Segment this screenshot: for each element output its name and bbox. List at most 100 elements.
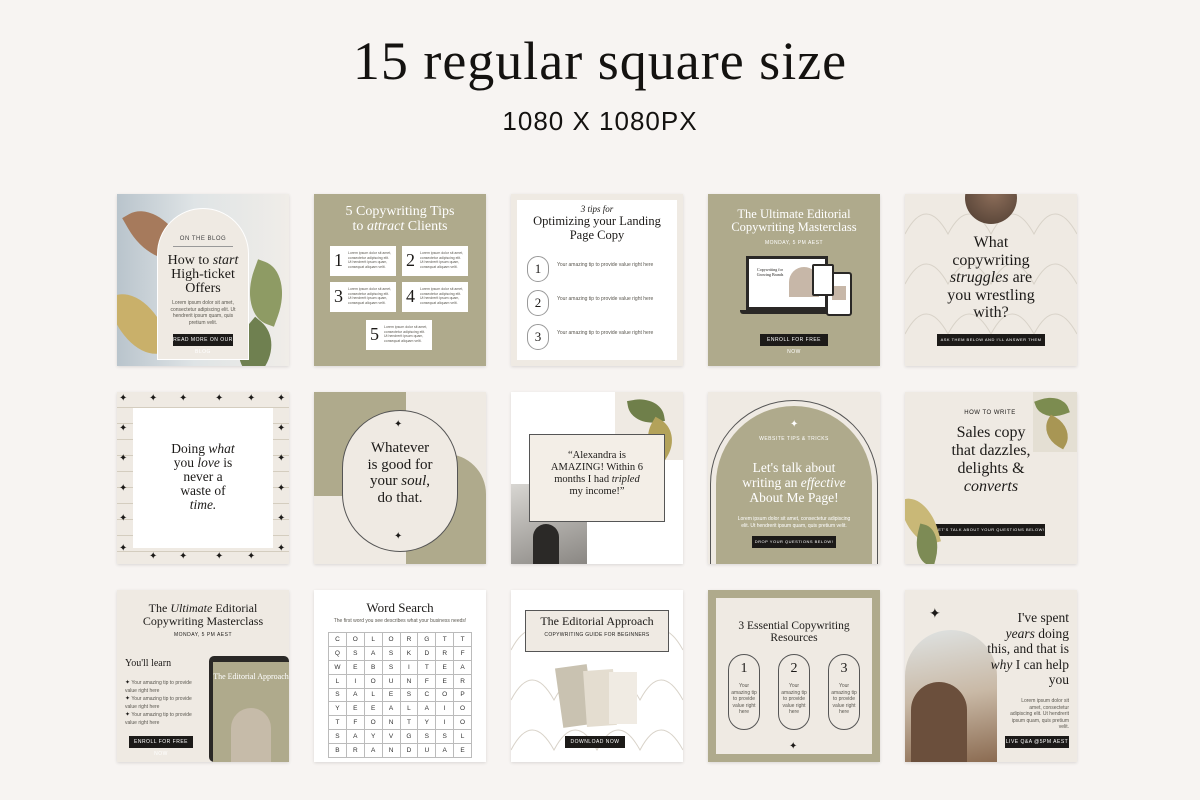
title-line: that dazzles, — [951, 442, 1031, 459]
word-grid-cell[interactable]: E — [346, 660, 365, 675]
template-card-struggles[interactable]: What copywriting struggles are you wrest… — [905, 194, 1077, 366]
word-grid-cell[interactable]: O — [364, 716, 383, 731]
template-card-landing-page-tips[interactable]: 3 tips for Optimizing your Landing Page … — [511, 194, 683, 366]
template-card-good-for-soul[interactable]: ✦ ✦ Whatever is good for your soul, do t… — [314, 392, 486, 564]
word-grid-cell[interactable]: O — [364, 674, 383, 689]
template-card-editorial-approach[interactable]: The Editorial Approach COPYWRITING GUIDE… — [511, 590, 683, 762]
word-grid-cell[interactable]: N — [382, 716, 401, 731]
word-grid-cell[interactable]: S — [329, 730, 347, 745]
word-grid-cell[interactable]: I — [436, 702, 455, 717]
word-grid-cell[interactable]: S — [346, 646, 365, 661]
word-grid-cell[interactable]: O — [436, 688, 455, 703]
word-grid-cell[interactable]: S — [436, 730, 455, 745]
enroll-button[interactable]: ENROLL FOR FREE NOW — [760, 334, 828, 355]
word-grid-cell[interactable]: D — [418, 646, 437, 661]
word-grid-cell[interactable]: W — [329, 660, 347, 675]
template-card-testimonial[interactable]: “Alexandra is AMAZING! Within 6 months I… — [511, 392, 683, 564]
word-grid-cell[interactable]: A — [346, 688, 365, 703]
word-grid-cell[interactable]: A — [346, 730, 365, 745]
word-grid-cell[interactable]: S — [382, 660, 401, 675]
word-grid-cell[interactable]: A — [382, 702, 401, 717]
word-grid-cell[interactable]: P — [454, 688, 472, 703]
word-grid-cell[interactable]: A — [364, 646, 383, 661]
word-grid-cell[interactable]: L — [364, 633, 383, 647]
word-grid-cell[interactable]: R — [436, 646, 455, 661]
word-grid-cell[interactable]: I — [436, 716, 455, 731]
word-grid-cell[interactable]: A — [454, 660, 472, 675]
enroll-button[interactable]: ENROLL FOR FREE NOW — [129, 736, 193, 757]
word-grid-cell[interactable]: N — [400, 674, 419, 689]
template-card-copywriting-tips[interactable]: 5 Copywriting Tips to attract Clients 1 … — [314, 194, 486, 366]
drop-questions-button[interactable]: DROP YOUR QUESTIONS BELOW! — [752, 536, 836, 548]
word-grid-cell[interactable]: D — [400, 744, 419, 758]
word-grid-cell[interactable]: C — [418, 688, 437, 703]
template-card-about-me[interactable]: ✦ WEBSITE TIPS & TRICKS Let's talk about… — [708, 392, 880, 564]
word-grid-cell[interactable]: K — [400, 646, 419, 661]
word-grid-cell[interactable]: Y — [364, 730, 383, 745]
word-grid-cell[interactable]: S — [400, 688, 419, 703]
word-grid-cell[interactable]: L — [400, 702, 419, 717]
word-grid-cell[interactable]: E — [382, 688, 401, 703]
word-grid-cell[interactable]: T — [436, 633, 455, 647]
template-card-doing-what-you-love[interactable]: ✦ ✦ ✦ ✦ ✦ ✦ ✦ ✦ ✦ ✦ ✦ ✦ ✦ ✦ ✦ ✦ ✦ ✦ ✦ ✦ … — [117, 392, 289, 564]
word-grid-cell[interactable]: Y — [329, 702, 347, 717]
template-card-masterclass[interactable]: The Ultimate Editorial Copywriting Maste… — [708, 194, 880, 366]
word-grid-cell[interactable]: Q — [329, 646, 347, 661]
word-grid-cell[interactable]: G — [400, 730, 419, 745]
word-grid-cell[interactable]: I — [346, 674, 365, 689]
word-grid-cell[interactable]: L — [454, 730, 472, 745]
word-grid-cell[interactable]: E — [364, 702, 383, 717]
word-grid-cell[interactable]: T — [418, 660, 437, 675]
template-card-resources[interactable]: 3 Essential Copywriting Resources 1 Your… — [708, 590, 880, 762]
read-more-button[interactable]: READ MORE ON OUR BLOG — [173, 334, 233, 355]
template-card-masterclass-learn[interactable]: The Ultimate Editorial Copywriting Maste… — [117, 590, 289, 762]
title-line: Copywriting Masterclass — [142, 614, 264, 628]
word-grid-cell[interactable]: E — [454, 744, 472, 758]
word-grid-cell[interactable]: S — [329, 688, 347, 703]
word-grid-cell[interactable]: G — [418, 633, 437, 647]
word-grid-cell[interactable]: A — [418, 702, 437, 717]
learn-tip-2: ✦ Your amazing tip to provide value righ… — [125, 696, 192, 710]
word-grid-cell[interactable]: L — [329, 674, 347, 689]
word-grid-cell[interactable]: U — [382, 674, 401, 689]
card-subtitle: COPYWRITING GUIDE FOR BEGINNERS — [544, 632, 650, 638]
word-grid-cell[interactable]: S — [382, 646, 401, 661]
download-button[interactable]: DOWNLOAD NOW — [565, 736, 625, 748]
word-grid-cell[interactable]: O — [454, 716, 472, 731]
word-grid-cell[interactable]: O — [382, 633, 401, 647]
word-grid-cell[interactable]: U — [418, 744, 437, 758]
word-grid-cell[interactable]: S — [418, 730, 437, 745]
word-grid-cell[interactable]: E — [436, 660, 455, 675]
word-grid-cell[interactable]: L — [364, 688, 383, 703]
word-grid-cell[interactable]: B — [329, 744, 347, 758]
word-grid-cell[interactable]: I — [400, 660, 419, 675]
word-grid-cell[interactable]: B — [364, 660, 383, 675]
word-grid-cell[interactable]: R — [454, 674, 472, 689]
talk-button[interactable]: LET'S TALK ABOUT YOUR QUESTIONS BELOW! — [935, 524, 1045, 536]
word-grid-cell[interactable]: E — [346, 702, 365, 717]
template-card-sales-copy[interactable]: HOW TO WRITE Sales copy that dazzles, de… — [905, 392, 1077, 564]
template-card-blog-offers[interactable]: ON THE BLOG How to start High-ticket Off… — [117, 194, 289, 366]
live-qa-button[interactable]: LIVE Q&A @5PM AEST — [1005, 736, 1069, 748]
word-grid-cell[interactable]: T — [400, 716, 419, 731]
word-grid-cell[interactable]: F — [346, 716, 365, 731]
template-card-word-search[interactable]: Word Search The first word you see descr… — [314, 590, 486, 762]
word-grid-cell[interactable]: F — [454, 646, 472, 661]
word-grid-cell[interactable]: T — [329, 716, 347, 731]
word-grid-cell[interactable]: Y — [418, 716, 437, 731]
word-grid-cell[interactable]: T — [454, 633, 472, 647]
word-grid-cell[interactable]: C — [329, 633, 347, 647]
word-grid-cell[interactable]: V — [382, 730, 401, 745]
word-grid-cell[interactable]: A — [364, 744, 383, 758]
word-grid-cell[interactable]: F — [418, 674, 437, 689]
word-grid-cell[interactable]: N — [382, 744, 401, 758]
ask-button[interactable]: ASK THEM BELOW AND I'LL ANSWER THEM — [937, 334, 1045, 346]
word-grid-cell[interactable]: O — [454, 702, 472, 717]
sparkle-icon: ✦ — [215, 393, 224, 404]
template-card-years-doing[interactable]: ✦ I've spent years doing this, and that … — [905, 590, 1077, 762]
word-grid-cell[interactable]: R — [400, 633, 419, 647]
word-grid-cell[interactable]: E — [436, 674, 455, 689]
word-grid-cell[interactable]: O — [346, 633, 365, 647]
word-grid-cell[interactable]: A — [436, 744, 455, 758]
word-grid-cell[interactable]: R — [346, 744, 365, 758]
